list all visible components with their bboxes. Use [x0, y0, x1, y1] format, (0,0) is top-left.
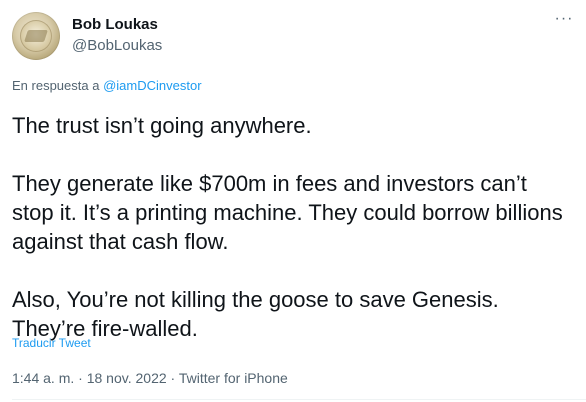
tweet-card: Bob Loukas @BobLoukas ··· En respuesta a…	[0, 0, 586, 402]
tweet-time[interactable]: 1:44 a. m.	[12, 370, 74, 386]
tweet-paragraph: Also, You’re not killing the goose to sa…	[12, 287, 499, 341]
reply-prefix: En respuesta a	[12, 78, 100, 93]
tweet-text: The trust isn’t going anywhere. They gen…	[12, 111, 572, 343]
reply-target-link[interactable]: @iamDCinvestor	[103, 78, 201, 93]
reply-context: En respuesta a @iamDCinvestor	[12, 77, 202, 95]
avatar[interactable]	[12, 12, 60, 60]
more-horizontal-icon[interactable]: ···	[552, 10, 576, 34]
meta-separator: ·	[170, 370, 176, 386]
author-handle[interactable]: @BobLoukas	[72, 36, 162, 56]
divider	[12, 399, 586, 400]
meta-separator: ·	[78, 370, 83, 386]
translate-tweet-link[interactable]: Traducir Tweet	[12, 336, 91, 350]
tweet-paragraph: They generate like $700m in fees and inv…	[12, 171, 563, 254]
author-name[interactable]: Bob Loukas	[72, 15, 158, 35]
tweet-date[interactable]: 18 nov. 2022	[87, 370, 167, 386]
avatar-logo-mark	[24, 30, 48, 42]
tweet-source[interactable]: Twitter for iPhone	[179, 370, 288, 386]
tweet-meta: 1:44 a. m. · 18 nov. 2022 · Twitter for …	[12, 369, 288, 387]
tweet-paragraph: The trust isn’t going anywhere.	[12, 113, 312, 138]
